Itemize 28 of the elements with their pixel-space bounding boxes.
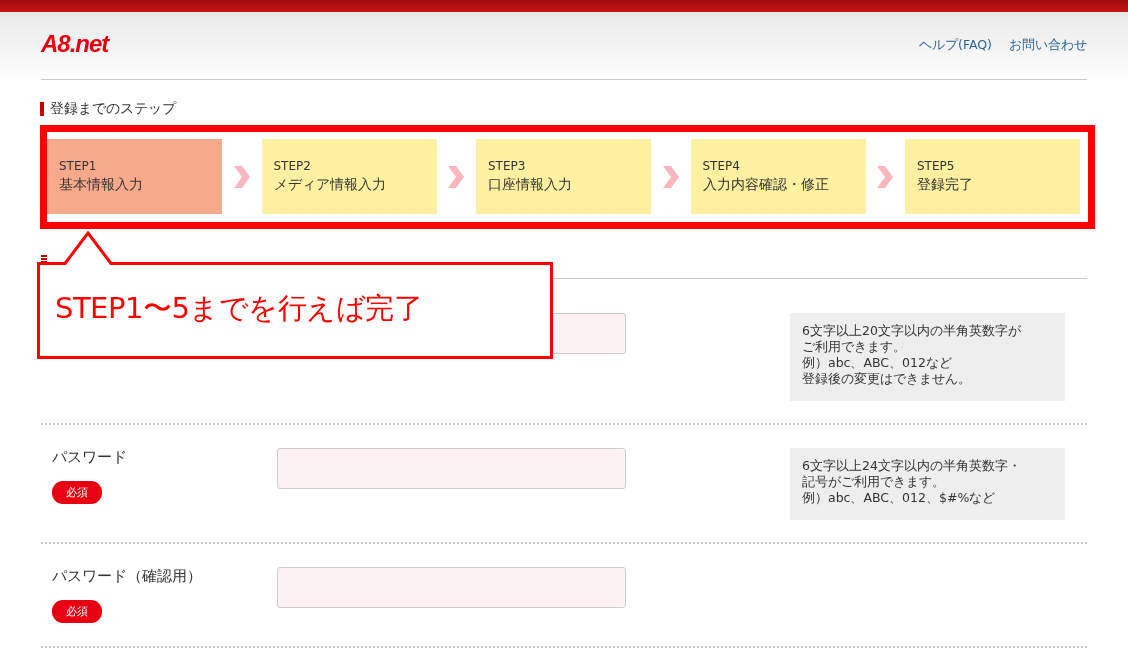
chevron-icon [661,164,680,189]
hint-text: 記号がご利用できます。 [802,474,946,490]
tooltip-text: STEP1〜5までを行えば完了 [55,290,423,327]
step-item: STEP2 メディア情報入力 [261,139,437,214]
hint-text: 例）abc、ABC、012、$#%など [802,490,997,506]
required-badge: 必須 [52,481,102,504]
input-field[interactable] [277,448,626,489]
field-label: パスワード [52,448,128,467]
hint-text: 6文字以上20文字以内の半角英数字が [802,323,1022,339]
step-item: STEP3 口座情報入力 [476,139,651,214]
step-item: STEP4 入力内容確認・修正 [690,139,866,214]
required-badge: 必須 [52,600,102,623]
hint-text: 例）abc、ABC、012など [802,355,953,371]
chevron-icon [876,164,895,189]
hint-text: 登録後の変更はできません。 [802,371,972,387]
chevron-icon [232,164,251,189]
field-label: パスワード（確認用） [52,567,203,586]
logo[interactable]: A8.net [41,29,109,58]
header-link[interactable]: ヘルプ(FAQ) [919,37,992,54]
step-item: STEP1 基本情報入力 [47,139,222,214]
input-field[interactable] [277,567,626,608]
chevron-icon [447,164,466,189]
section-title: 登録までのステップ [50,100,176,118]
header-link[interactable]: お問い合わせ [1009,37,1087,54]
step-item: STEP5 登録完了 [905,139,1080,214]
heading-marker [40,102,44,116]
hint-text: 6文字以上24文字以内の半角英数字・ [802,458,1022,474]
hint-text: ご利用できます。 [802,339,907,355]
